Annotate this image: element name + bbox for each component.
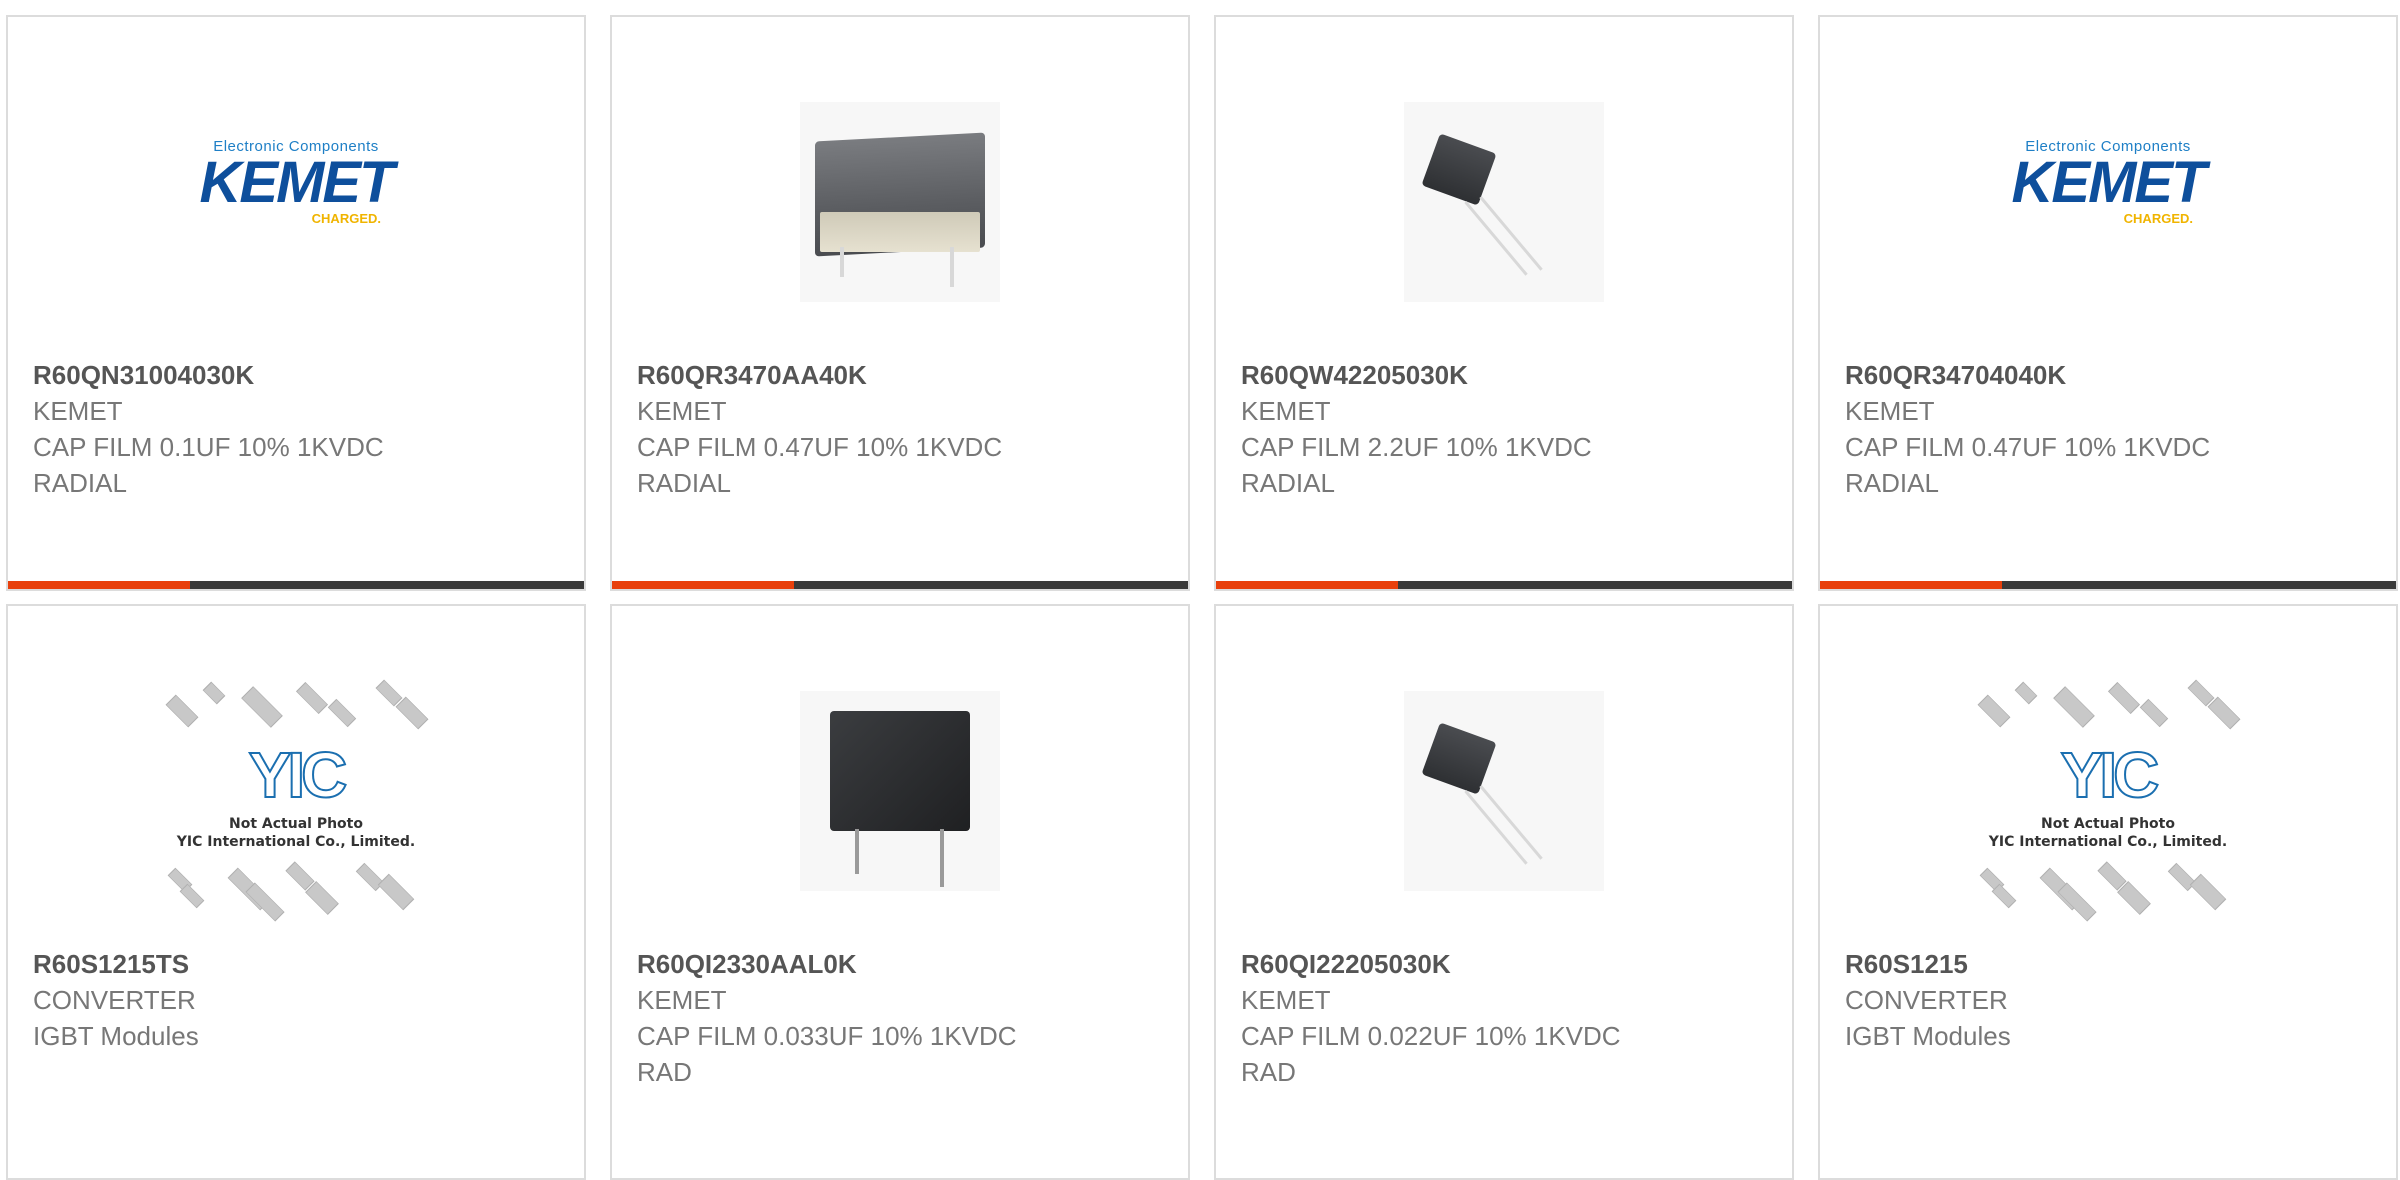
- yic-caption-line-1: Not Actual Photo: [229, 816, 363, 832]
- product-detail-line: RADIAL: [637, 468, 731, 498]
- product-detail-line: CAP FILM 0.022UF 10% 1KVDC: [1241, 1021, 1621, 1051]
- product-detail-line: RADIAL: [33, 468, 127, 498]
- product-part-number[interactable]: R60S1215: [1845, 946, 2376, 982]
- kemet-logo: Electronic Components KEMET CHARGED.: [2003, 138, 2213, 226]
- product-detail-line: CAP FILM 0.47UF 10% 1KVDC: [637, 432, 1003, 462]
- product-card[interactable]: R60QI22205030K KEMET CAP FILM 0.022UF 10%…: [1214, 604, 1794, 1180]
- yic-placeholder-image: YIC Not Actual Photo YIC International C…: [1968, 679, 2248, 922]
- product-image[interactable]: YIC Not Actual Photo YIC International C…: [8, 666, 584, 922]
- product-detail-line: IGBT Modules: [1845, 1021, 2011, 1051]
- product-info: R60QR3470AA40K KEMET CAP FILM 0.47UF 10% …: [637, 357, 1168, 501]
- yic-caption: Not Actual Photo YIC International Co., …: [156, 815, 436, 851]
- yic-caption-line-1: Not Actual Photo: [2041, 816, 2175, 832]
- product-image[interactable]: [1216, 666, 1792, 916]
- product-card[interactable]: Electronic Components KEMET CHARGED. R60…: [1818, 15, 2398, 591]
- product-info: R60QI2330AAL0K KEMET CAP FILM 0.033UF 10%…: [637, 946, 1168, 1090]
- capacitor-photo: [800, 691, 1000, 891]
- yic-caption: Not Actual Photo YIC International Co., …: [1968, 815, 2248, 851]
- product-card[interactable]: R60QI2330AAL0K KEMET CAP FILM 0.033UF 10%…: [610, 604, 1190, 1180]
- product-card[interactable]: YIC Not Actual Photo YIC International C…: [1818, 604, 2398, 1180]
- product-detail-line: KEMET: [637, 985, 727, 1015]
- product-card[interactable]: Electronic Components KEMET CHARGED. R60…: [6, 15, 586, 591]
- card-hover-bar: [1216, 581, 1792, 589]
- product-detail-line: CAP FILM 0.033UF 10% 1KVDC: [637, 1021, 1017, 1051]
- card-hover-bar-accent: [612, 581, 794, 589]
- product-grid: Electronic Components KEMET CHARGED. R60…: [0, 0, 2400, 1180]
- product-part-number[interactable]: R60S1215TS: [33, 946, 564, 982]
- product-detail-line: RAD: [1241, 1057, 1296, 1087]
- product-image[interactable]: YIC Not Actual Photo YIC International C…: [1820, 666, 2396, 922]
- product-part-number[interactable]: R60QI2330AAL0K: [637, 946, 1168, 982]
- product-image[interactable]: Electronic Components KEMET CHARGED.: [8, 77, 584, 327]
- product-detail-line: KEMET: [1241, 396, 1331, 426]
- kemet-logo: Electronic Components KEMET CHARGED.: [191, 138, 401, 226]
- product-info: R60S1215 CONVERTER IGBT Modules: [1845, 946, 2376, 1054]
- product-part-number[interactable]: R60QR34704040K: [1845, 357, 2376, 393]
- product-image[interactable]: [612, 666, 1188, 916]
- product-detail-line: RADIAL: [1845, 468, 1939, 498]
- product-detail-line: KEMET: [1241, 985, 1331, 1015]
- product-detail-line: KEMET: [1845, 396, 1935, 426]
- product-image[interactable]: Electronic Components KEMET CHARGED.: [1820, 77, 2396, 327]
- capacitor-photo: [800, 102, 1000, 302]
- chip-cluster-graphic: [156, 861, 436, 922]
- product-part-number[interactable]: R60QR3470AA40K: [637, 357, 1168, 393]
- card-hover-bar: [8, 581, 584, 589]
- chip-cluster-graphic: [1968, 679, 2248, 741]
- product-detail-line: CAP FILM 2.2UF 10% 1KVDC: [1241, 432, 1592, 462]
- product-part-number[interactable]: R60QN31004030K: [33, 357, 564, 393]
- chip-cluster-graphic: [156, 679, 436, 741]
- product-card[interactable]: R60QR3470AA40K KEMET CAP FILM 0.47UF 10% …: [610, 15, 1190, 591]
- product-info: R60QN31004030K KEMET CAP FILM 0.1UF 10% 1…: [33, 357, 564, 501]
- product-detail-line: CAP FILM 0.1UF 10% 1KVDC: [33, 432, 384, 462]
- yic-caption-line-2: YIC International Co., Limited.: [176, 834, 416, 850]
- yic-logo-letters: YIC: [248, 739, 349, 811]
- product-detail-line: KEMET: [33, 396, 123, 426]
- product-card[interactable]: R60QW42205030K KEMET CAP FILM 2.2UF 10% 1…: [1214, 15, 1794, 591]
- product-detail-line: RAD: [637, 1057, 692, 1087]
- product-part-number[interactable]: R60QI22205030K: [1241, 946, 1772, 982]
- yic-caption-line-2: YIC International Co., Limited.: [1988, 834, 2228, 850]
- kemet-logo-main-text: KEMET: [2011, 150, 2207, 215]
- product-image[interactable]: [1216, 77, 1792, 327]
- yic-placeholder-image: YIC Not Actual Photo YIC International C…: [156, 679, 436, 922]
- product-info: R60QI22205030K KEMET CAP FILM 0.022UF 10%…: [1241, 946, 1772, 1090]
- card-hover-bar: [612, 581, 1188, 589]
- card-hover-bar: [1820, 581, 2396, 589]
- card-hover-bar-accent: [8, 581, 190, 589]
- product-detail-line: CAP FILM 0.47UF 10% 1KVDC: [1845, 432, 2211, 462]
- product-image[interactable]: [612, 77, 1188, 327]
- product-part-number[interactable]: R60QW42205030K: [1241, 357, 1772, 393]
- card-hover-bar-accent: [1216, 581, 1398, 589]
- product-detail-line: CONVERTER: [1845, 985, 2008, 1015]
- product-detail-line: KEMET: [637, 396, 727, 426]
- product-info: R60QR34704040K KEMET CAP FILM 0.47UF 10% …: [1845, 357, 2376, 501]
- product-detail-line: CONVERTER: [33, 985, 196, 1015]
- product-card[interactable]: YIC Not Actual Photo YIC International C…: [6, 604, 586, 1180]
- yic-logo-letters: YIC: [2060, 739, 2161, 811]
- capacitor-photo: [1404, 102, 1604, 302]
- chip-cluster-graphic: [1968, 861, 2248, 922]
- product-info: R60S1215TS CONVERTER IGBT Modules: [33, 946, 564, 1054]
- capacitor-photo: [1404, 691, 1604, 891]
- product-info: R60QW42205030K KEMET CAP FILM 2.2UF 10% 1…: [1241, 357, 1772, 501]
- product-detail-line: IGBT Modules: [33, 1021, 199, 1051]
- kemet-logo-main-text: KEMET: [199, 150, 395, 215]
- product-detail-line: RADIAL: [1241, 468, 1335, 498]
- card-hover-bar-accent: [1820, 581, 2002, 589]
